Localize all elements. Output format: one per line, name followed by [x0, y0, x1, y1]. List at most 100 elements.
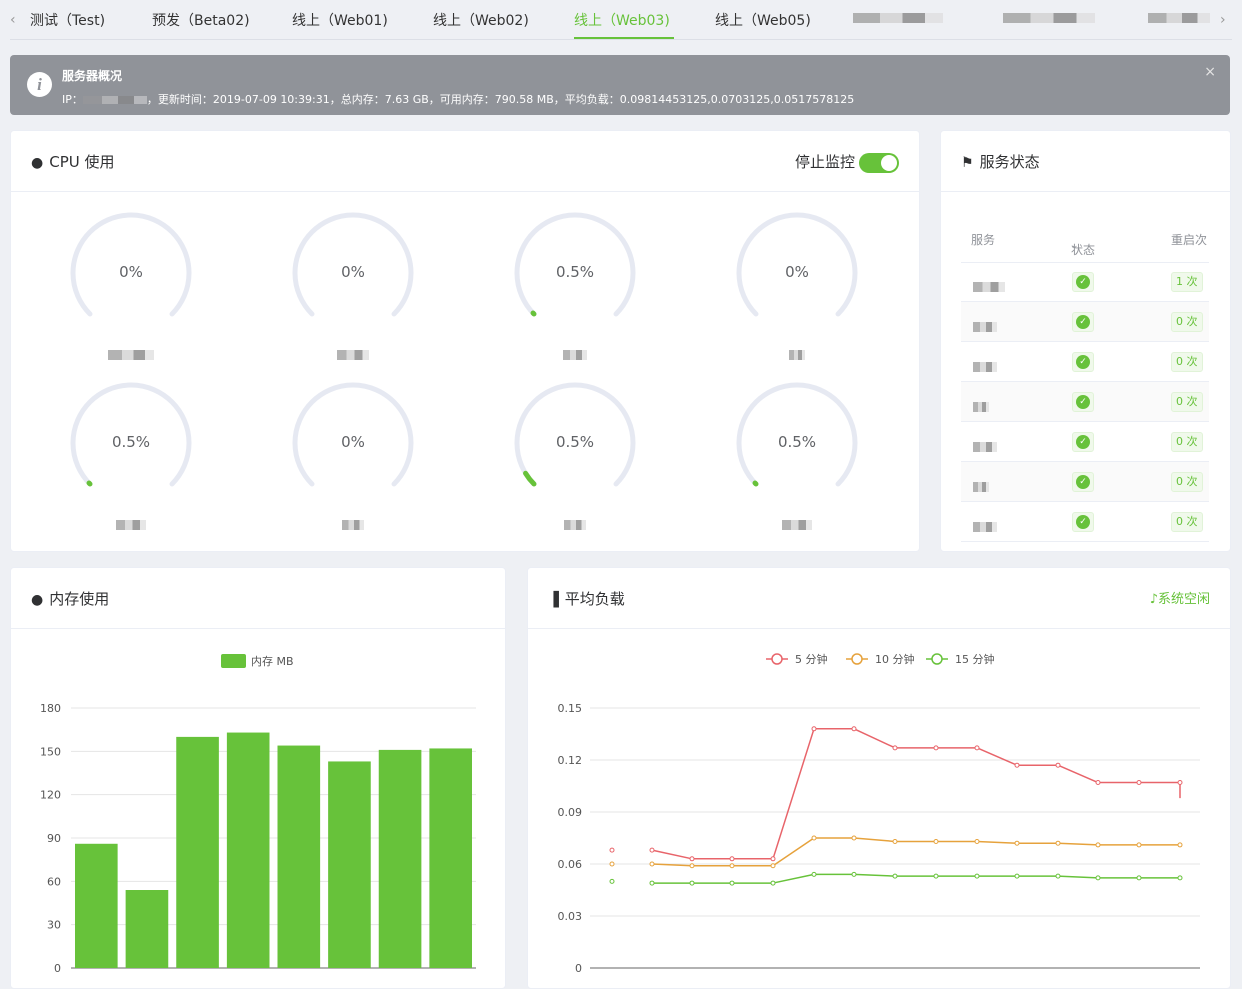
load-point	[1095, 842, 1101, 848]
load-point	[689, 880, 695, 886]
tab-test[interactable]: 测试（Test)	[30, 10, 105, 30]
stop-monitor-label: 停止监控	[794, 153, 855, 171]
load-point	[609, 878, 615, 884]
restart-count: 0 次	[1171, 352, 1203, 372]
load-point	[689, 863, 695, 869]
y-tick-label: 0.09	[558, 806, 583, 819]
gauge-fill	[86, 480, 93, 487]
restart-count: 0 次	[1171, 472, 1203, 492]
legend-marker	[931, 653, 943, 665]
load-point	[892, 873, 898, 879]
y-tick-label: 0	[575, 962, 582, 975]
load-point	[851, 835, 857, 841]
load-point	[1177, 842, 1183, 848]
gauge-value: 0.5%	[555, 263, 595, 281]
cpu-gauge: 0%	[732, 211, 862, 361]
gauge-label-redacted	[288, 514, 418, 533]
y-tick-label: 0.06	[558, 858, 583, 871]
tabs-divider	[10, 39, 1232, 40]
col-restart: 重启次	[1171, 233, 1208, 247]
restart-count: 0 次	[1171, 312, 1203, 332]
memory-bar	[75, 843, 118, 968]
tab-redacted-1[interactable]	[853, 10, 943, 26]
sort-icon: ⌄	[1071, 241, 1079, 251]
load-point	[609, 861, 615, 867]
tab-beta02[interactable]: 预发（Beta02)	[152, 10, 250, 30]
load-point	[974, 838, 980, 844]
warning-circle-icon: ●	[31, 155, 44, 171]
alert-description: IP： ，更新时间：2019-07-09 10:39:31，总内存：7.63 GB…	[62, 91, 854, 107]
gauge-label-redacted	[510, 344, 640, 363]
status-badge: ✓	[1072, 272, 1094, 292]
tab-web03[interactable]: 线上（Web03)	[574, 10, 670, 30]
load-point	[851, 726, 857, 732]
y-tick-label: 0.12	[558, 754, 583, 767]
service-row: ✓ 0 次	[961, 502, 1209, 542]
load-point	[811, 726, 817, 732]
load-point	[1095, 780, 1101, 786]
chevron-left-icon[interactable]: ‹	[10, 12, 16, 28]
restart-count: 1 次	[1171, 272, 1203, 292]
load-point	[770, 880, 776, 886]
load-point	[1055, 840, 1061, 846]
tab-redacted-3[interactable]	[1148, 10, 1210, 26]
legend-label: 5 分钟	[795, 652, 828, 666]
load-point	[1177, 780, 1183, 786]
gauge-value: 0.5%	[777, 433, 817, 451]
memory-bar	[226, 732, 270, 968]
memory-bar	[176, 736, 219, 968]
load-series-line	[651, 728, 1181, 860]
cpu-title: ● CPU 使用	[31, 151, 115, 172]
cpu-gauge: 0.5%	[66, 381, 196, 531]
y-tick-label: 30	[47, 919, 61, 932]
monitor-toggle[interactable]	[859, 153, 899, 173]
legend-label: 10 分钟	[875, 652, 915, 666]
memory-bar	[378, 749, 422, 968]
load-point	[892, 745, 898, 751]
redacted-ip	[82, 96, 147, 104]
tab-redacted-2[interactable]	[1003, 10, 1095, 26]
load-point	[649, 847, 655, 853]
cpu-gauge: 0.5%	[732, 381, 862, 531]
gauge-label-redacted	[510, 514, 640, 533]
service-table-header: 服务 状态 ⌄ 重启次	[961, 221, 1209, 263]
service-name-redacted	[973, 276, 1005, 295]
tab-web01[interactable]: 线上（Web01)	[292, 10, 388, 30]
gauge-fill	[752, 480, 759, 487]
load-point	[892, 838, 898, 844]
flag-icon: ⚑	[961, 155, 974, 171]
load-point	[811, 835, 817, 841]
service-name-redacted	[973, 316, 997, 335]
check-circle-icon: ✓	[1076, 395, 1090, 409]
gauge-label-redacted	[288, 344, 418, 363]
service-name-redacted	[973, 476, 989, 495]
legend-marker	[851, 653, 863, 665]
load-point	[933, 838, 939, 844]
service-row: ✓ 0 次	[961, 422, 1209, 462]
load-point	[609, 847, 615, 853]
load-point	[770, 856, 776, 862]
tab-web05[interactable]: 线上（Web05)	[715, 10, 811, 30]
check-circle-icon: ✓	[1076, 315, 1090, 329]
load-point	[729, 880, 735, 886]
tab-web02[interactable]: 线上（Web02)	[433, 10, 529, 30]
load-point	[1014, 840, 1020, 846]
service-name-redacted	[973, 396, 989, 415]
check-circle-icon: ✓	[1076, 275, 1090, 289]
chevron-right-icon[interactable]: ›	[1220, 12, 1226, 28]
alert-title: 服务器概况	[62, 69, 123, 83]
close-icon[interactable]: ×	[1204, 64, 1216, 80]
alert-details: ，更新时间：2019-07-09 10:39:31，总内存：7.63 GB，可用…	[146, 93, 855, 106]
load-point	[649, 880, 655, 886]
gauge-value: 0%	[119, 263, 143, 281]
status-badge: ✓	[1072, 432, 1094, 452]
col-service: 服务	[971, 233, 996, 247]
memory-bar	[277, 745, 321, 968]
legend-label: 内存 MB	[251, 654, 294, 668]
load-point	[1014, 762, 1020, 768]
cpu-usage-card: ● CPU 使用 停止监控 0% 0% 0.5% 0% 0.5% 0% 0.5% 0.5%	[10, 130, 920, 552]
service-name-redacted	[973, 356, 997, 375]
load-line-chart: 5 分钟 10 分钟 15 分钟 0 0.03 0.06 0.09 0.12 0.15	[558, 652, 1200, 975]
legend-swatch	[221, 654, 246, 668]
service-card-header: ⚑ 服务状态	[941, 131, 1230, 192]
